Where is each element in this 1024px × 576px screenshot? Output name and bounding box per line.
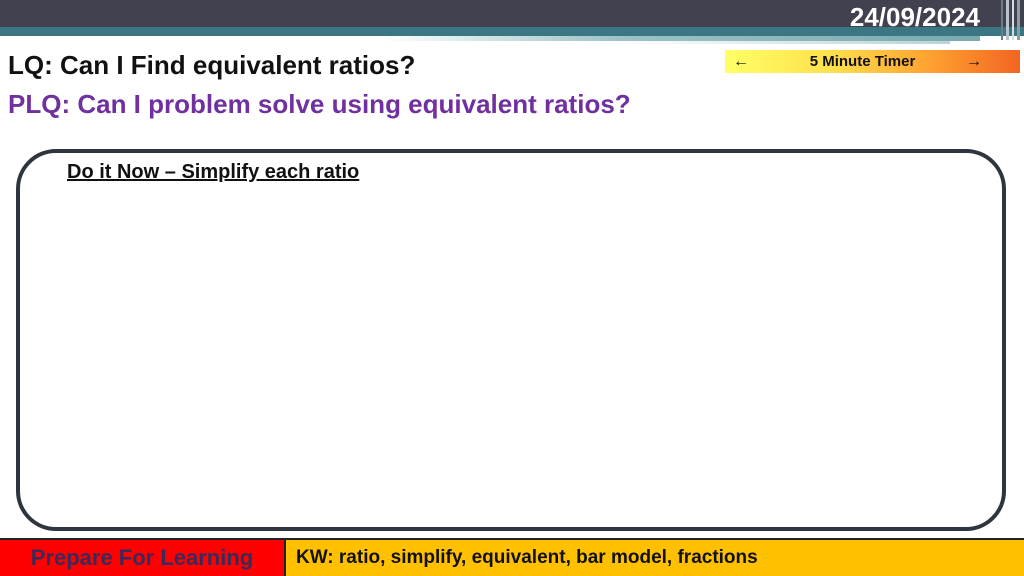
timer-bar: ← 5 Minute Timer →	[725, 50, 1020, 73]
do-it-now-heading: Do it Now – Simplify each ratio	[67, 161, 360, 183]
prepare-for-learning-label: Prepare For Learning	[0, 540, 286, 576]
do-it-now-box	[16, 149, 1006, 531]
progress-learning-question: PLQ: Can I problem solve using equivalen…	[8, 89, 631, 119]
arrow-right-icon[interactable]: →	[966, 53, 982, 71]
footer-bar: Prepare For Learning KW: ratio, simplify…	[0, 538, 1024, 576]
header-decoration	[988, 0, 1024, 40]
arrow-left-icon[interactable]: ←	[733, 53, 749, 71]
learning-question: LQ: Can I Find equivalent ratios?	[8, 50, 416, 80]
timer-label[interactable]: 5 Minute Timer	[749, 53, 966, 70]
header-accent-line-2	[610, 41, 950, 44]
slide-date: 24/09/2024	[849, 2, 980, 32]
keywords-label: KW: ratio, simplify, equivalent, bar mod…	[286, 540, 1024, 576]
